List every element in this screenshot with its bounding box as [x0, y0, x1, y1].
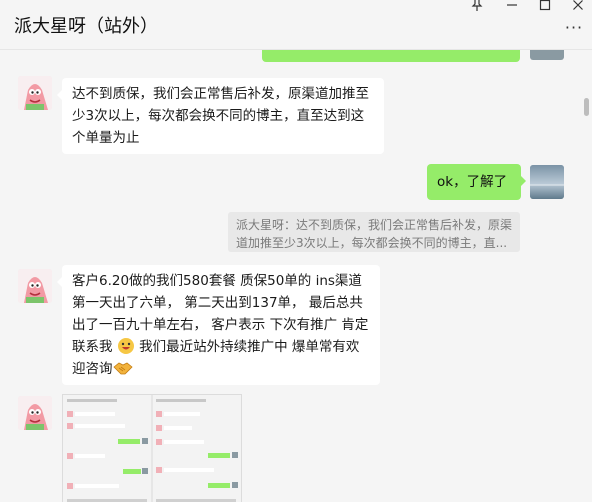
- handshake-emoji-icon: [112, 359, 133, 377]
- self-avatar[interactable]: [530, 165, 564, 199]
- message-bubble-sent[interactable]: ok，了解了: [427, 164, 526, 200]
- message-text: ok，了解了: [437, 174, 508, 190]
- pin-icon[interactable]: [465, 0, 489, 18]
- minimize-icon[interactable]: [500, 0, 524, 18]
- close-icon[interactable]: [566, 0, 590, 18]
- chat-title: 派大星呀（站外）: [14, 16, 158, 37]
- more-icon[interactable]: ···: [564, 20, 584, 40]
- quoted-message[interactable]: 派大星呀：达不到质保，我们会正常售后补发，原渠道加推至少3次以上，每次都会换不同…: [228, 212, 520, 252]
- self-avatar-partial: [530, 50, 564, 60]
- chat-area[interactable]: 达不到质保，我们会正常售后补发，原渠道加推至少3次以上，每次都会换不同的博主，直…: [0, 50, 592, 502]
- maximize-icon[interactable]: [533, 0, 557, 18]
- scrollbar-thumb[interactable]: [584, 98, 589, 116]
- avatar[interactable]: [18, 269, 52, 303]
- message-bubble-received[interactable]: 客户6.20做的我们580套餐 质保50单的 ins渠道第一天出了六单， 第二天…: [57, 265, 380, 385]
- avatar[interactable]: [18, 396, 52, 430]
- quote-text: 派大星呀：达不到质保，我们会正常售后补发，原渠道加推至少3次以上，每次都会换不同…: [236, 218, 513, 250]
- message-bubble-received[interactable]: 达不到质保，我们会正常售后补发，原渠道加推至少3次以上，每次都会换不同的博主，直…: [57, 78, 384, 154]
- avatar[interactable]: [18, 76, 52, 110]
- grinning-emoji-icon: [117, 337, 135, 355]
- title-bar: 派大星呀（站外） ···: [0, 0, 592, 50]
- message-text: 达不到质保，我们会正常售后补发，原渠道加推至少3次以上，每次都会换不同的博主，直…: [72, 86, 369, 146]
- previous-self-bubble: [262, 50, 520, 62]
- screenshot-image-message[interactable]: [62, 394, 242, 502]
